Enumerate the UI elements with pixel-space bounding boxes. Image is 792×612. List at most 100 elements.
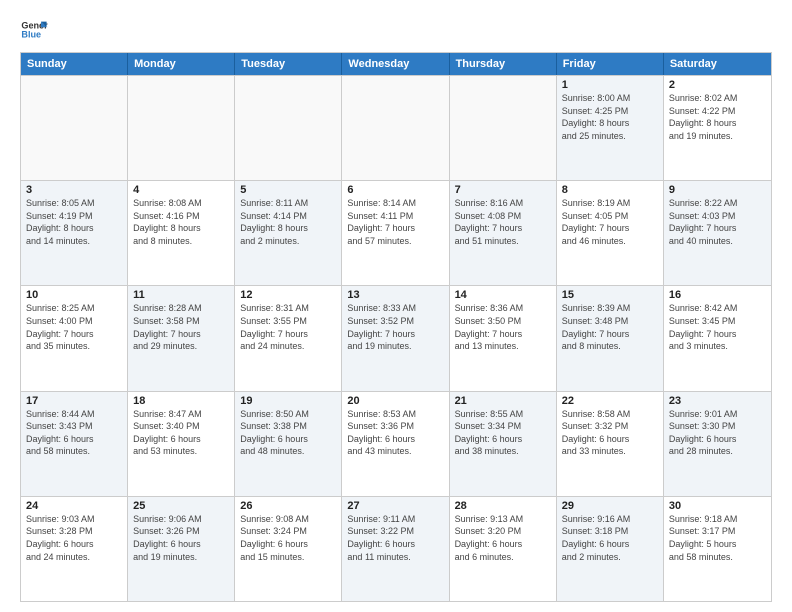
day-number: 15 (562, 289, 658, 301)
page-header: General Blue (20, 16, 772, 44)
day-number: 17 (26, 395, 122, 407)
weekday-header-monday: Monday (128, 53, 235, 75)
day-info: Sunrise: 8:53 AM Sunset: 3:36 PM Dayligh… (347, 408, 443, 458)
calendar-row-1: 3Sunrise: 8:05 AM Sunset: 4:19 PM Daylig… (21, 180, 771, 285)
day-number: 27 (347, 500, 443, 512)
day-info: Sunrise: 8:05 AM Sunset: 4:19 PM Dayligh… (26, 197, 122, 247)
day-number: 2 (669, 79, 766, 91)
empty-cell (235, 76, 342, 180)
day-cell-17: 17Sunrise: 8:44 AM Sunset: 3:43 PM Dayli… (21, 392, 128, 496)
calendar-row-4: 24Sunrise: 9:03 AM Sunset: 3:28 PM Dayli… (21, 496, 771, 601)
day-number: 10 (26, 289, 122, 301)
day-number: 8 (562, 184, 658, 196)
day-cell-29: 29Sunrise: 9:16 AM Sunset: 3:18 PM Dayli… (557, 497, 664, 601)
day-number: 5 (240, 184, 336, 196)
day-number: 12 (240, 289, 336, 301)
day-number: 29 (562, 500, 658, 512)
weekday-header-tuesday: Tuesday (235, 53, 342, 75)
calendar: SundayMondayTuesdayWednesdayThursdayFrid… (20, 52, 772, 602)
empty-cell (450, 76, 557, 180)
day-info: Sunrise: 8:22 AM Sunset: 4:03 PM Dayligh… (669, 197, 766, 247)
day-number: 24 (26, 500, 122, 512)
day-number: 26 (240, 500, 336, 512)
day-number: 19 (240, 395, 336, 407)
day-info: Sunrise: 8:33 AM Sunset: 3:52 PM Dayligh… (347, 302, 443, 352)
day-info: Sunrise: 8:00 AM Sunset: 4:25 PM Dayligh… (562, 92, 658, 142)
day-number: 16 (669, 289, 766, 301)
calendar-header: SundayMondayTuesdayWednesdayThursdayFrid… (21, 53, 771, 75)
day-info: Sunrise: 8:42 AM Sunset: 3:45 PM Dayligh… (669, 302, 766, 352)
logo: General Blue (20, 16, 48, 44)
calendar-row-3: 17Sunrise: 8:44 AM Sunset: 3:43 PM Dayli… (21, 391, 771, 496)
day-number: 25 (133, 500, 229, 512)
calendar-row-2: 10Sunrise: 8:25 AM Sunset: 4:00 PM Dayli… (21, 285, 771, 390)
day-cell-22: 22Sunrise: 8:58 AM Sunset: 3:32 PM Dayli… (557, 392, 664, 496)
day-cell-28: 28Sunrise: 9:13 AM Sunset: 3:20 PM Dayli… (450, 497, 557, 601)
day-number: 9 (669, 184, 766, 196)
day-cell-30: 30Sunrise: 9:18 AM Sunset: 3:17 PM Dayli… (664, 497, 771, 601)
day-number: 22 (562, 395, 658, 407)
logo-icon: General Blue (20, 16, 48, 44)
day-cell-18: 18Sunrise: 8:47 AM Sunset: 3:40 PM Dayli… (128, 392, 235, 496)
day-number: 13 (347, 289, 443, 301)
day-cell-6: 6Sunrise: 8:14 AM Sunset: 4:11 PM Daylig… (342, 181, 449, 285)
day-number: 28 (455, 500, 551, 512)
day-info: Sunrise: 8:11 AM Sunset: 4:14 PM Dayligh… (240, 197, 336, 247)
day-cell-16: 16Sunrise: 8:42 AM Sunset: 3:45 PM Dayli… (664, 286, 771, 390)
weekday-header-saturday: Saturday (664, 53, 771, 75)
day-number: 20 (347, 395, 443, 407)
day-cell-21: 21Sunrise: 8:55 AM Sunset: 3:34 PM Dayli… (450, 392, 557, 496)
day-info: Sunrise: 9:03 AM Sunset: 3:28 PM Dayligh… (26, 513, 122, 563)
day-info: Sunrise: 9:18 AM Sunset: 3:17 PM Dayligh… (669, 513, 766, 563)
day-number: 1 (562, 79, 658, 91)
day-cell-20: 20Sunrise: 8:53 AM Sunset: 3:36 PM Dayli… (342, 392, 449, 496)
empty-cell (342, 76, 449, 180)
day-cell-13: 13Sunrise: 8:33 AM Sunset: 3:52 PM Dayli… (342, 286, 449, 390)
day-cell-8: 8Sunrise: 8:19 AM Sunset: 4:05 PM Daylig… (557, 181, 664, 285)
day-cell-23: 23Sunrise: 9:01 AM Sunset: 3:30 PM Dayli… (664, 392, 771, 496)
day-number: 14 (455, 289, 551, 301)
day-number: 7 (455, 184, 551, 196)
empty-cell (21, 76, 128, 180)
day-info: Sunrise: 8:28 AM Sunset: 3:58 PM Dayligh… (133, 302, 229, 352)
day-cell-7: 7Sunrise: 8:16 AM Sunset: 4:08 PM Daylig… (450, 181, 557, 285)
day-info: Sunrise: 8:31 AM Sunset: 3:55 PM Dayligh… (240, 302, 336, 352)
day-info: Sunrise: 9:16 AM Sunset: 3:18 PM Dayligh… (562, 513, 658, 563)
day-cell-14: 14Sunrise: 8:36 AM Sunset: 3:50 PM Dayli… (450, 286, 557, 390)
svg-text:Blue: Blue (21, 30, 41, 40)
calendar-row-0: 1Sunrise: 8:00 AM Sunset: 4:25 PM Daylig… (21, 75, 771, 180)
day-number: 4 (133, 184, 229, 196)
day-info: Sunrise: 8:55 AM Sunset: 3:34 PM Dayligh… (455, 408, 551, 458)
day-info: Sunrise: 8:19 AM Sunset: 4:05 PM Dayligh… (562, 197, 658, 247)
day-info: Sunrise: 8:44 AM Sunset: 3:43 PM Dayligh… (26, 408, 122, 458)
day-cell-11: 11Sunrise: 8:28 AM Sunset: 3:58 PM Dayli… (128, 286, 235, 390)
day-cell-3: 3Sunrise: 8:05 AM Sunset: 4:19 PM Daylig… (21, 181, 128, 285)
day-cell-15: 15Sunrise: 8:39 AM Sunset: 3:48 PM Dayli… (557, 286, 664, 390)
day-cell-12: 12Sunrise: 8:31 AM Sunset: 3:55 PM Dayli… (235, 286, 342, 390)
day-cell-10: 10Sunrise: 8:25 AM Sunset: 4:00 PM Dayli… (21, 286, 128, 390)
day-cell-26: 26Sunrise: 9:08 AM Sunset: 3:24 PM Dayli… (235, 497, 342, 601)
day-number: 11 (133, 289, 229, 301)
day-cell-1: 1Sunrise: 8:00 AM Sunset: 4:25 PM Daylig… (557, 76, 664, 180)
day-number: 6 (347, 184, 443, 196)
day-cell-4: 4Sunrise: 8:08 AM Sunset: 4:16 PM Daylig… (128, 181, 235, 285)
day-cell-24: 24Sunrise: 9:03 AM Sunset: 3:28 PM Dayli… (21, 497, 128, 601)
weekday-header-friday: Friday (557, 53, 664, 75)
day-number: 23 (669, 395, 766, 407)
empty-cell (128, 76, 235, 180)
day-info: Sunrise: 8:58 AM Sunset: 3:32 PM Dayligh… (562, 408, 658, 458)
weekday-header-thursday: Thursday (450, 53, 557, 75)
day-number: 18 (133, 395, 229, 407)
day-info: Sunrise: 9:13 AM Sunset: 3:20 PM Dayligh… (455, 513, 551, 563)
day-info: Sunrise: 8:47 AM Sunset: 3:40 PM Dayligh… (133, 408, 229, 458)
day-info: Sunrise: 8:50 AM Sunset: 3:38 PM Dayligh… (240, 408, 336, 458)
day-info: Sunrise: 8:16 AM Sunset: 4:08 PM Dayligh… (455, 197, 551, 247)
day-info: Sunrise: 8:25 AM Sunset: 4:00 PM Dayligh… (26, 302, 122, 352)
day-info: Sunrise: 8:08 AM Sunset: 4:16 PM Dayligh… (133, 197, 229, 247)
day-info: Sunrise: 8:02 AM Sunset: 4:22 PM Dayligh… (669, 92, 766, 142)
day-cell-9: 9Sunrise: 8:22 AM Sunset: 4:03 PM Daylig… (664, 181, 771, 285)
day-number: 3 (26, 184, 122, 196)
day-info: Sunrise: 9:01 AM Sunset: 3:30 PM Dayligh… (669, 408, 766, 458)
weekday-header-sunday: Sunday (21, 53, 128, 75)
calendar-body: 1Sunrise: 8:00 AM Sunset: 4:25 PM Daylig… (21, 75, 771, 601)
